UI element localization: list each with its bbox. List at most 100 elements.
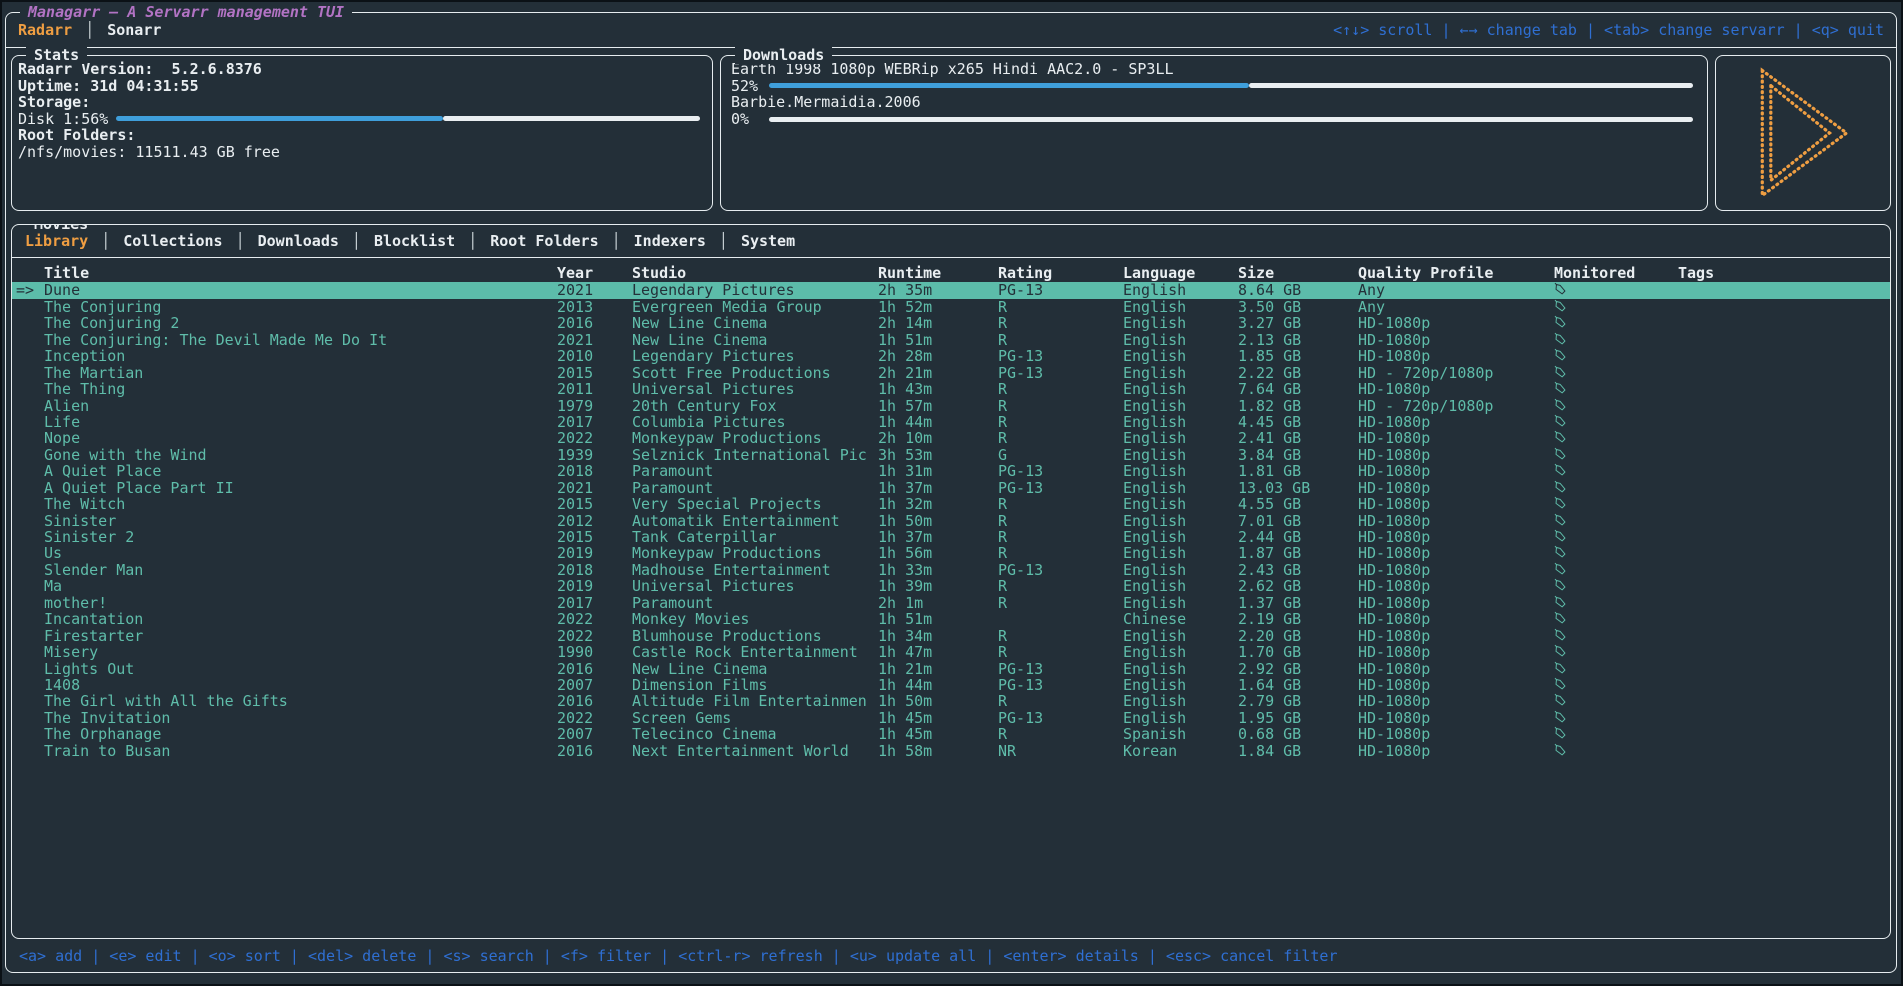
download-title: Barbie.Mermaidia.2006	[731, 94, 1693, 111]
movie-row[interactable]: The Martian2015Scott Free Productions2h …	[12, 365, 1890, 381]
column-header-year: Year	[557, 265, 632, 281]
cell-language: English	[1123, 710, 1238, 726]
uptime-label: Uptime:	[18, 77, 81, 95]
cell-language: English	[1123, 529, 1238, 545]
cell-size: 1.81 GB	[1238, 463, 1358, 479]
movie-row[interactable]: Lights Out2016New Line Cinema1h 21mPG-13…	[12, 661, 1890, 677]
movie-row[interactable]: mother!2017Paramount2h 1mREnglish1.37 GB…	[12, 595, 1890, 611]
cell-runtime: 1h 45m	[878, 710, 998, 726]
movie-row[interactable]: The Conjuring: The Devil Made Me Do It20…	[12, 332, 1890, 348]
movie-row[interactable]: =>Dune2021Legendary Pictures2h 35mPG-13E…	[12, 282, 1890, 298]
cell-studio: Selznick International Pic	[632, 447, 878, 463]
cell-title: Alien	[44, 398, 557, 414]
download-title: Earth 1998 1080p WEBRip x265 Hindi AAC2.…	[731, 61, 1693, 78]
cell-rating: R	[998, 726, 1123, 742]
movie-row[interactable]: Ma2019Universal Pictures1h 39mREnglish2.…	[12, 578, 1890, 594]
cell-size: 8.64 GB	[1238, 282, 1358, 298]
cell-rating: R	[998, 693, 1123, 709]
cell-studio: Legendary Pictures	[632, 282, 878, 298]
cell-quality-profile: HD-1080p	[1358, 611, 1554, 627]
movie-row[interactable]: Sinister 22015Tank Caterpillar1h 37mREng…	[12, 529, 1890, 545]
movie-row[interactable]: A Quiet Place Part II2021Paramount1h 37m…	[12, 480, 1890, 496]
movie-row[interactable]: Incantation2022Monkey Movies1h 51mChines…	[12, 611, 1890, 627]
cell-rating: PG-13	[998, 661, 1123, 677]
download-progress-row: 0%	[731, 111, 1693, 128]
tab-indexers[interactable]: Indexers	[634, 232, 706, 250]
cell-size: 2.43 GB	[1238, 562, 1358, 578]
cell-title: Sinister	[44, 513, 557, 529]
monitored-tag-icon	[1554, 742, 1567, 757]
tab-library[interactable]: Library	[25, 232, 88, 250]
movie-row[interactable]: Us2019Monkeypaw Productions1h 56mREnglis…	[12, 545, 1890, 561]
movie-row[interactable]: Train to Busan2016Next Entertainment Wor…	[12, 743, 1890, 759]
monitored-tag-icon	[1554, 544, 1567, 559]
movie-row[interactable]: The Thing2011Universal Pictures1h 43mREn…	[12, 381, 1890, 397]
movie-row[interactable]: The Invitation2022Screen Gems1h 45mPG-13…	[12, 710, 1890, 726]
monitored-tag-icon	[1554, 282, 1567, 296]
movies-tabs: Library│Collections│Downloads│Blocklist│…	[12, 225, 1890, 258]
cell-studio: Screen Gems	[632, 710, 878, 726]
movie-row[interactable]: The Girl with All the Gifts2016Altitude …	[12, 693, 1890, 709]
cell-rating: R	[998, 529, 1123, 545]
cell-runtime: 3h 53m	[878, 447, 998, 463]
cell-title: Us	[44, 545, 557, 561]
monitored-tag-icon	[1554, 364, 1567, 379]
movie-row[interactable]: Gone with the Wind1939Selznick Internati…	[12, 447, 1890, 463]
cell-runtime: 1h 50m	[878, 513, 998, 529]
cell-quality-profile: HD-1080p	[1358, 743, 1554, 759]
cell-quality-profile: HD-1080p	[1358, 348, 1554, 364]
cell-language: English	[1123, 348, 1238, 364]
tab-radarr[interactable]: Radarr	[18, 21, 72, 39]
movie-row[interactable]: The Witch2015Very Special Projects1h 32m…	[12, 496, 1890, 512]
storage-label: Storage:	[18, 94, 700, 111]
cell-studio: Scott Free Productions	[632, 365, 878, 381]
cell-size: 1.87 GB	[1238, 545, 1358, 561]
cell-studio: Tank Caterpillar	[632, 529, 878, 545]
keybinding-help-bottom: <a> add | <e> edit | <o> sort | <del> de…	[6, 939, 1896, 972]
cell-title: The Thing	[44, 381, 557, 397]
tab-downloads[interactable]: Downloads	[258, 232, 339, 250]
column-header-title: Title	[44, 265, 557, 281]
movie-row[interactable]: Sinister2012Automatik Entertainment1h 50…	[12, 513, 1890, 529]
movie-row[interactable]: The Orphanage2007Telecinco Cinema1h 45mR…	[12, 726, 1890, 742]
monitored-tag-icon	[1554, 298, 1567, 313]
cell-year: 2016	[557, 743, 632, 759]
cell-language: English	[1123, 644, 1238, 660]
cell-language: English	[1123, 545, 1238, 561]
movie-row[interactable]: Nope2022Monkeypaw Productions2h 10mREngl…	[12, 430, 1890, 446]
movie-row[interactable]: The Conjuring2013Evergreen Media Group1h…	[12, 299, 1890, 315]
cell-rating: R	[998, 545, 1123, 561]
tab-root-folders[interactable]: Root Folders	[490, 232, 598, 250]
movie-row[interactable]: A Quiet Place2018Paramount1h 31mPG-13Eng…	[12, 463, 1890, 479]
movie-row[interactable]: Firestarter2022Blumhouse Productions1h 3…	[12, 628, 1890, 644]
cell-year: 2016	[557, 693, 632, 709]
cell-rating: R	[998, 644, 1123, 660]
logo-panel	[1715, 55, 1891, 211]
cell-title: Lights Out	[44, 661, 557, 677]
cell-title: A Quiet Place Part II	[44, 480, 557, 496]
cell-year: 2016	[557, 315, 632, 331]
movie-row[interactable]: Inception2010Legendary Pictures2h 28mPG-…	[12, 348, 1890, 364]
tab-system[interactable]: System	[741, 232, 795, 250]
cell-rating: PG-13	[998, 562, 1123, 578]
tab-collections[interactable]: Collections	[123, 232, 222, 250]
movie-row[interactable]: 14082007Dimension Films1h 44mPG-13Englis…	[12, 677, 1890, 693]
cell-title: The Conjuring 2	[44, 315, 557, 331]
cell-language: English	[1123, 332, 1238, 348]
tab-sonarr[interactable]: Sonarr	[107, 21, 161, 39]
cell-runtime: 2h 10m	[878, 430, 998, 446]
movie-row[interactable]: Life2017Columbia Pictures1h 44mREnglish4…	[12, 414, 1890, 430]
tab-blocklist[interactable]: Blocklist	[374, 232, 455, 250]
monitored-tag-icon	[1554, 692, 1567, 707]
cell-size: 13.03 GB	[1238, 480, 1358, 496]
gauge-rest	[443, 116, 700, 121]
cell-language: English	[1123, 365, 1238, 381]
cell-title: Dune	[44, 282, 557, 298]
cell-runtime: 1h 44m	[878, 414, 998, 430]
movie-row[interactable]: Slender Man2018Madhouse Entertainment1h …	[12, 562, 1890, 578]
monitored-tag-icon	[1554, 610, 1567, 625]
movie-row[interactable]: The Conjuring 22016New Line Cinema2h 14m…	[12, 315, 1890, 331]
cell-year: 2022	[557, 710, 632, 726]
movie-row[interactable]: Misery1990Castle Rock Entertainment1h 47…	[12, 644, 1890, 660]
movie-row[interactable]: Alien197920th Century Fox1h 57mREnglish1…	[12, 398, 1890, 414]
